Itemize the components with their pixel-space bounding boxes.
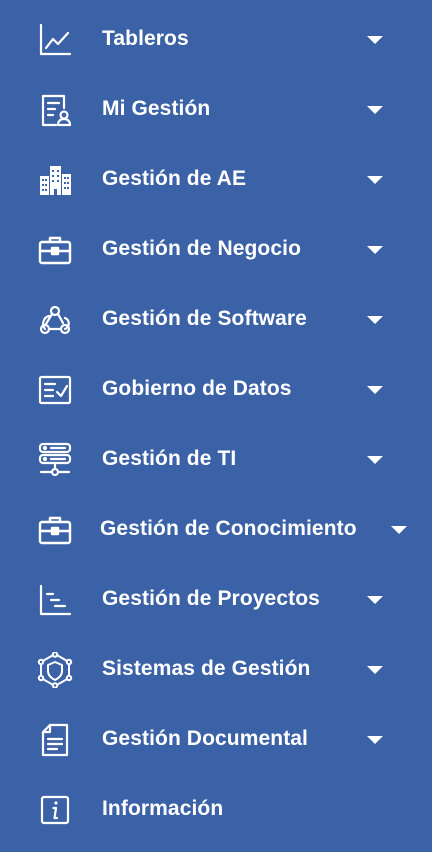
chevron-down-icon[interactable] — [367, 456, 383, 464]
server-icon — [37, 442, 73, 478]
menu-item-label: Gestión de TI — [102, 447, 237, 470]
menu-item-label: Sistemas de Gestión — [102, 657, 311, 680]
chevron-down-icon[interactable] — [367, 106, 383, 114]
menu-item-label: Gestión de Negocio — [102, 237, 301, 260]
chevron-down-icon[interactable] — [367, 176, 383, 184]
menu-item-gobierno-datos[interactable]: Gobierno de Datos — [0, 354, 432, 424]
menu-item-label: Gestión de Proyectos — [102, 587, 320, 610]
chevron-down-icon[interactable] — [367, 596, 383, 604]
chevron-down-icon[interactable] — [391, 526, 407, 534]
menu-item-sistemas-gestion[interactable]: Sistemas de Gestión — [0, 634, 432, 704]
chevron-down-icon[interactable] — [367, 316, 383, 324]
menu-item-mi-gestion[interactable]: Mi Gestión — [0, 74, 432, 144]
webhook-icon — [37, 302, 73, 338]
menu-item-informacion[interactable]: Información — [0, 774, 432, 844]
chevron-down-icon[interactable] — [367, 246, 383, 254]
menu-item-gestion-proyectos[interactable]: Gestión de Proyectos — [0, 564, 432, 634]
shield-network-icon — [37, 652, 73, 688]
briefcase-icon — [37, 512, 73, 548]
line-chart-icon — [37, 22, 73, 58]
checklist-icon — [37, 372, 73, 408]
menu-item-gestion-conocimiento[interactable]: Gestión de Conocimiento — [0, 494, 432, 564]
menu-item-label: Tableros — [102, 27, 189, 50]
document-icon — [37, 722, 73, 758]
info-icon — [37, 792, 73, 828]
menu-item-gestion-ti[interactable]: Gestión de TI — [0, 424, 432, 494]
gantt-chart-icon — [37, 582, 73, 618]
menu-item-label: Mi Gestión — [102, 97, 211, 120]
menu-item-gestion-software[interactable]: Gestión de Software — [0, 284, 432, 354]
menu-item-label: Gestión de Software — [102, 307, 307, 330]
chevron-down-icon[interactable] — [367, 386, 383, 394]
chevron-down-icon[interactable] — [367, 736, 383, 744]
menu-item-label: Información — [102, 797, 224, 820]
menu-item-label: Gestión de AE — [102, 167, 247, 190]
menu-item-label: Gestión Documental — [102, 727, 308, 750]
chevron-down-icon[interactable] — [367, 36, 383, 44]
sidebar-menu: Tableros Mi Gestión Gestión de AE Gestió… — [0, 0, 432, 852]
menu-item-tableros[interactable]: Tableros — [0, 4, 432, 74]
document-user-icon — [37, 92, 73, 128]
menu-item-label: Gestión de Conocimiento — [100, 517, 357, 540]
menu-item-label: Gobierno de Datos — [102, 377, 292, 400]
briefcase-icon — [37, 232, 73, 268]
menu-item-gestion-ae[interactable]: Gestión de AE — [0, 144, 432, 214]
chevron-down-icon[interactable] — [367, 666, 383, 674]
menu-item-gestion-documental[interactable]: Gestión Documental — [0, 704, 432, 774]
buildings-icon — [37, 162, 73, 198]
menu-item-gestion-negocio[interactable]: Gestión de Negocio — [0, 214, 432, 284]
